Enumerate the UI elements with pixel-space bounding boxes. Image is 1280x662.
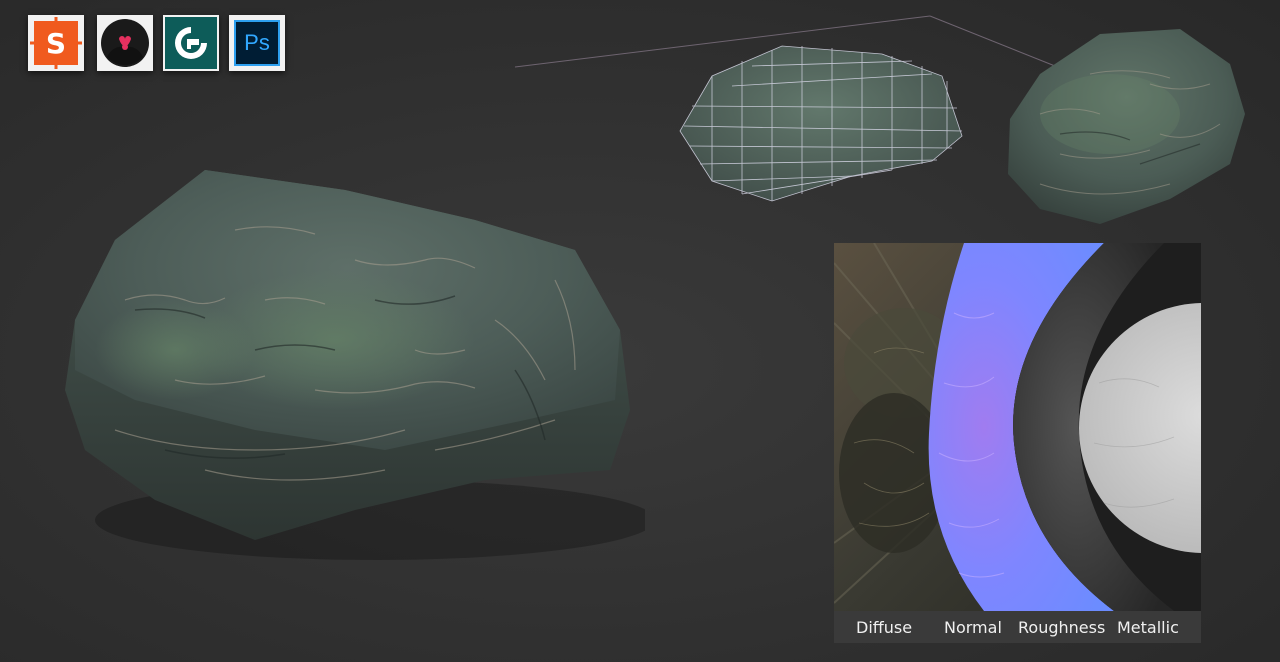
marmoset-icon [97,15,153,71]
map-label-roughness: Roughness [1018,617,1106,637]
small-rock-render [1008,29,1245,224]
texture-maps-panel: Diffuse Normal Roughness Metallic [834,243,1201,643]
render-viewport: S Ps Diffuse Normal Roughness Metallic [0,0,1280,662]
map-label-normal: Normal [944,617,1002,637]
svg-text:S: S [46,27,66,60]
hero-rock-render [65,170,645,560]
texture-maps-preview [834,243,1201,611]
wireframe-rock-render [679,45,963,202]
substance-painter-icon: S [28,15,84,71]
map-label-diffuse: Diffuse [856,617,913,637]
photoshop-logo: Ps [234,20,280,66]
map-label-metallic: Metallic [1117,617,1179,637]
texture-maps-label-bar: Diffuse Normal Roughness Metallic [834,611,1201,643]
photoshop-icon: Ps [229,15,285,71]
3ds-max-icon [163,15,219,71]
